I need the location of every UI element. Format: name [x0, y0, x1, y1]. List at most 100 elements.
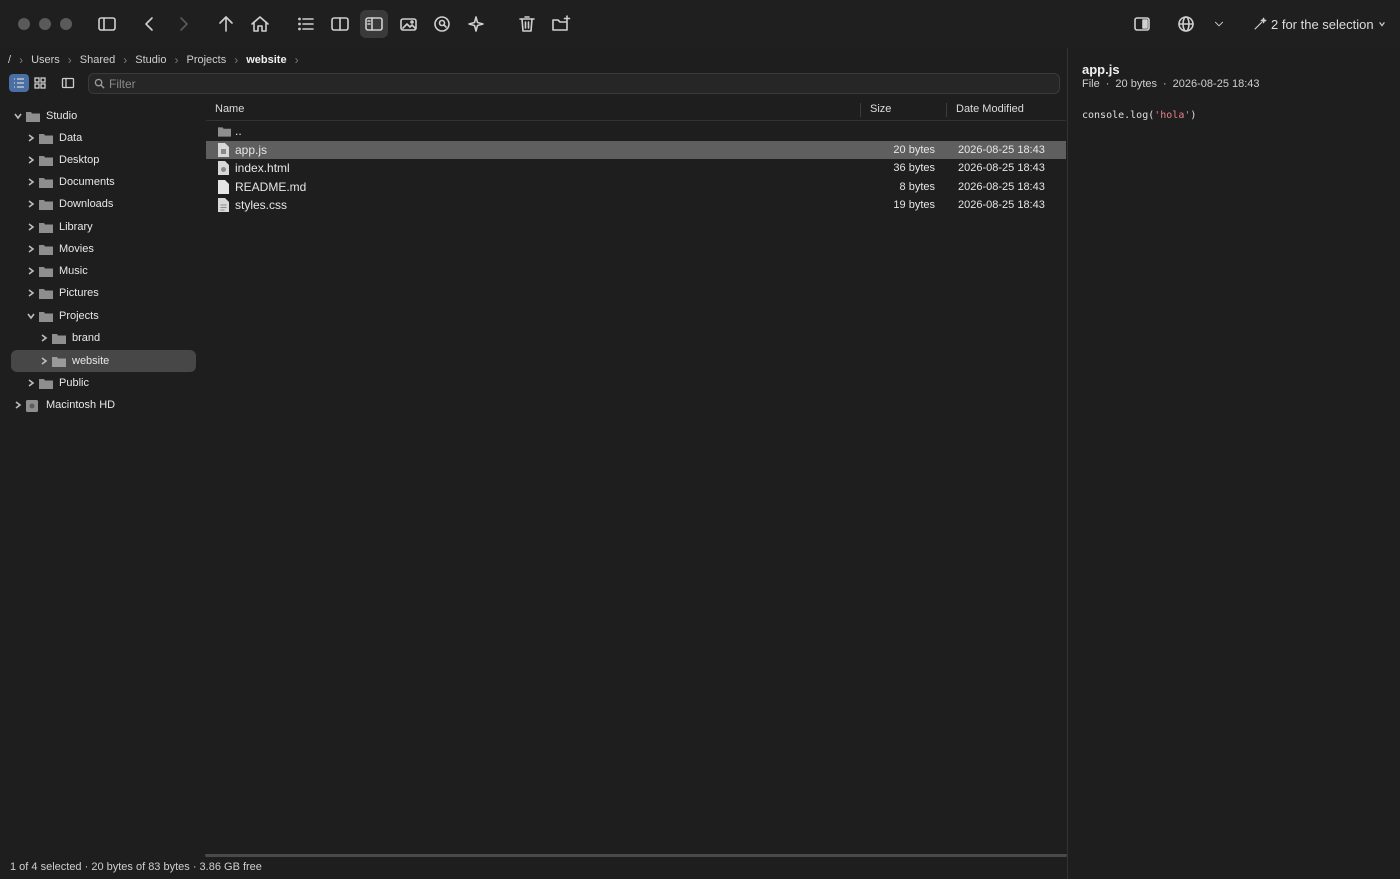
chevron-right-icon[interactable]: [25, 221, 37, 233]
sidebar-item-brand[interactable]: brand: [38, 327, 196, 349]
network-menu-button[interactable]: [1205, 10, 1233, 38]
parent-folder-button[interactable]: [212, 10, 240, 38]
home-button[interactable]: [246, 10, 274, 38]
forward-button[interactable]: [169, 10, 197, 38]
new-folder-button[interactable]: [547, 10, 575, 38]
filter-field[interactable]: [88, 73, 1060, 94]
filter-input[interactable]: [107, 75, 1011, 92]
sidebar-item-studio[interactable]: Studio: [12, 105, 196, 127]
sidebar-item-public[interactable]: Public: [25, 372, 196, 394]
folder-icon: [52, 356, 66, 367]
ai-sparkle-button[interactable]: [462, 10, 490, 38]
breadcrumb-website[interactable]: website: [246, 54, 286, 66]
sidebar-item-label: Library: [59, 221, 93, 233]
magic-wand-icon: [1254, 17, 1267, 30]
code-text: console.log(: [1082, 110, 1155, 121]
sidebar-item-projects[interactable]: Projects: [25, 305, 196, 327]
breadcrumb-users[interactable]: Users: [31, 54, 60, 66]
toggle-inspector-button[interactable]: [1128, 10, 1156, 38]
inspector-icon: [1134, 17, 1150, 31]
minimize-window-button[interactable]: [39, 18, 51, 30]
chevron-down-icon[interactable]: [25, 310, 37, 322]
sidebar-icon: [98, 17, 116, 31]
chevron-right-icon[interactable]: [25, 154, 37, 166]
list-view-button[interactable]: [292, 10, 320, 38]
file-name: app.js: [235, 143, 268, 157]
html-file-icon: [218, 161, 229, 175]
file-row-index-html[interactable]: index.html 36 bytes 2026-08-25 18:43: [206, 159, 1066, 177]
trash-icon: [519, 16, 535, 32]
sidebar-item-documents[interactable]: Documents: [25, 171, 196, 193]
chevron-right-icon[interactable]: [25, 132, 37, 144]
breadcrumb-shared[interactable]: Shared: [80, 54, 115, 66]
sidebar-item-desktop[interactable]: Desktop: [25, 149, 196, 171]
column-divider[interactable]: [946, 103, 947, 117]
chevron-right-icon[interactable]: [25, 198, 37, 210]
folder-icon: [39, 222, 53, 233]
split-view-button[interactable]: [326, 10, 354, 38]
chevron-right-icon[interactable]: [25, 287, 37, 299]
file-row-app-js[interactable]: app.js 20 bytes 2026-08-25 18:43: [206, 141, 1066, 159]
column-divider[interactable]: [860, 103, 861, 117]
sidebar-item-data[interactable]: Data: [25, 127, 196, 149]
sidebar-item-website[interactable]: website: [11, 350, 196, 372]
grid-mode-toggle[interactable]: [30, 74, 50, 92]
zoom-window-button[interactable]: [60, 18, 72, 30]
breadcrumb-projects[interactable]: Projects: [186, 54, 226, 66]
breadcrumb-studio[interactable]: Studio: [135, 54, 166, 66]
home-icon: [251, 16, 269, 32]
quick-look-button[interactable]: [428, 10, 456, 38]
close-window-button[interactable]: [18, 18, 30, 30]
sidebar-item-label: website: [72, 355, 110, 367]
chevron-right-icon[interactable]: [38, 355, 50, 367]
folder-icon: [39, 199, 53, 210]
sidebar-item-downloads[interactable]: Downloads: [25, 193, 196, 215]
column-date-header[interactable]: Date Modified: [956, 103, 1024, 115]
selection-actions-menu[interactable]: 2 for the selection: [1253, 15, 1386, 33]
chevron-right-icon[interactable]: [25, 265, 37, 277]
file-row-styles-css[interactable]: styles.css 19 bytes 2026-08-25 18:43: [206, 196, 1066, 214]
chevron-right-icon[interactable]: [12, 399, 24, 411]
preview-pane-button[interactable]: [360, 10, 388, 38]
list-mode-toggle[interactable]: [9, 74, 29, 92]
sparkle-icon: [468, 16, 484, 32]
new-folder-icon: [552, 15, 571, 31]
sidebar-item-library[interactable]: Library: [25, 216, 196, 238]
chevron-right-icon[interactable]: [25, 243, 37, 255]
file-row-readme-md[interactable]: README.md 8 bytes 2026-08-25 18:43: [206, 178, 1066, 196]
folder-icon: [39, 177, 53, 188]
toggle-sidebar-button[interactable]: [93, 10, 121, 38]
horizontal-scrollbar[interactable]: [205, 854, 1067, 857]
chevron-right-icon[interactable]: [38, 332, 50, 344]
chevron-right-icon[interactable]: [25, 377, 37, 389]
gallery-button[interactable]: [394, 10, 422, 38]
back-button[interactable]: [136, 10, 164, 38]
sidebar-item-music[interactable]: Music: [25, 260, 196, 282]
chevron-down-icon[interactable]: [12, 110, 24, 122]
sidebar-item-macintosh-hd[interactable]: Macintosh HD: [12, 394, 196, 416]
chevron-down-icon: [1214, 21, 1224, 27]
folder-icon: [26, 111, 40, 122]
chevron-down-icon: [1378, 22, 1385, 27]
file-row-parent[interactable]: ..: [206, 122, 1066, 140]
column-header: Name Size Date Modified: [206, 100, 1066, 121]
sidebar-item-movies[interactable]: Movies: [25, 238, 196, 260]
meta-separator: ·: [1105, 78, 1110, 90]
globe-icon: [1178, 16, 1194, 32]
code-text: ): [1190, 110, 1197, 121]
sidebar-item-pictures[interactable]: Pictures: [25, 282, 196, 304]
chevron-right-icon: ›: [294, 53, 299, 67]
arrow-up-icon: [219, 16, 233, 32]
chevron-left-icon: [145, 17, 153, 31]
network-button[interactable]: [1172, 10, 1200, 38]
breadcrumb-root[interactable]: /: [8, 54, 11, 66]
preview-pane-icon: [365, 17, 383, 31]
chevron-right-icon[interactable]: [25, 176, 37, 188]
column-size-header[interactable]: Size: [870, 103, 891, 115]
file-date: 2026-08-25 18:43: [958, 144, 1045, 156]
chevron-right-icon: ›: [234, 53, 239, 67]
delete-button[interactable]: [513, 10, 541, 38]
column-mode-toggle[interactable]: [58, 74, 78, 92]
column-name-header[interactable]: Name: [215, 103, 244, 115]
at-search-icon: [434, 16, 450, 32]
